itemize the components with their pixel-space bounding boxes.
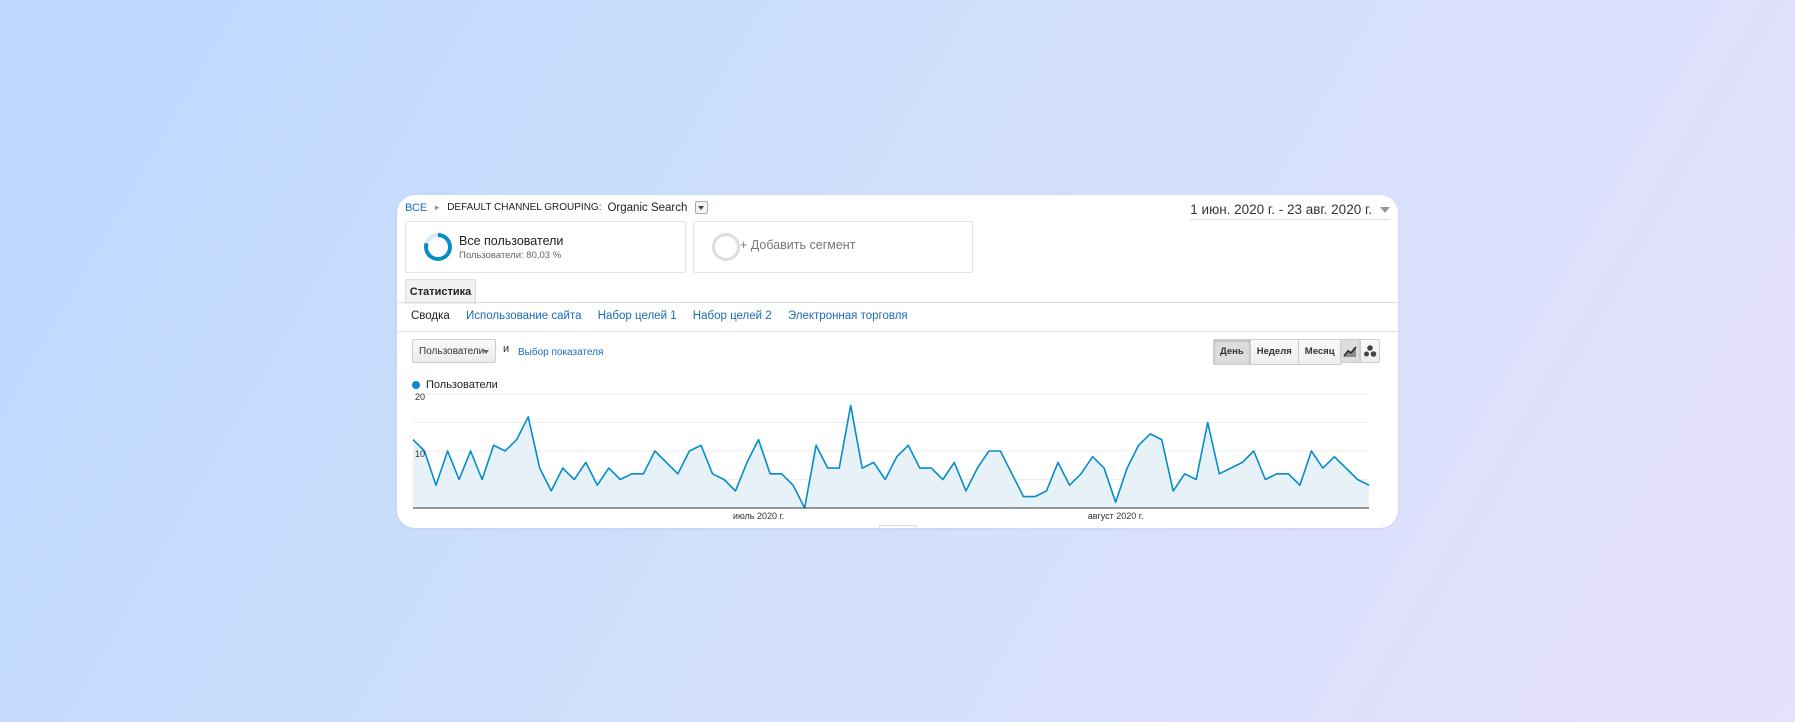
- x-tick-label: июль 2020 г.: [733, 511, 784, 521]
- background-frame: ВСЕ ► DEFAULT CHANNEL GROUPING: Organic …: [0, 0, 1795, 722]
- series-area: [413, 405, 1369, 508]
- analytics-panel: ВСЕ ► DEFAULT CHANNEL GROUPING: Organic …: [397, 195, 1398, 528]
- y-tick-label: 10: [415, 449, 425, 459]
- x-tick-label: август 2020 г.: [1088, 511, 1144, 521]
- users-line-chart: 20 10 июль 2020 г. август 2020 г.: [412, 392, 1370, 521]
- chart-resize-handle[interactable]: [879, 525, 917, 528]
- y-tick-label: 20: [415, 392, 425, 402]
